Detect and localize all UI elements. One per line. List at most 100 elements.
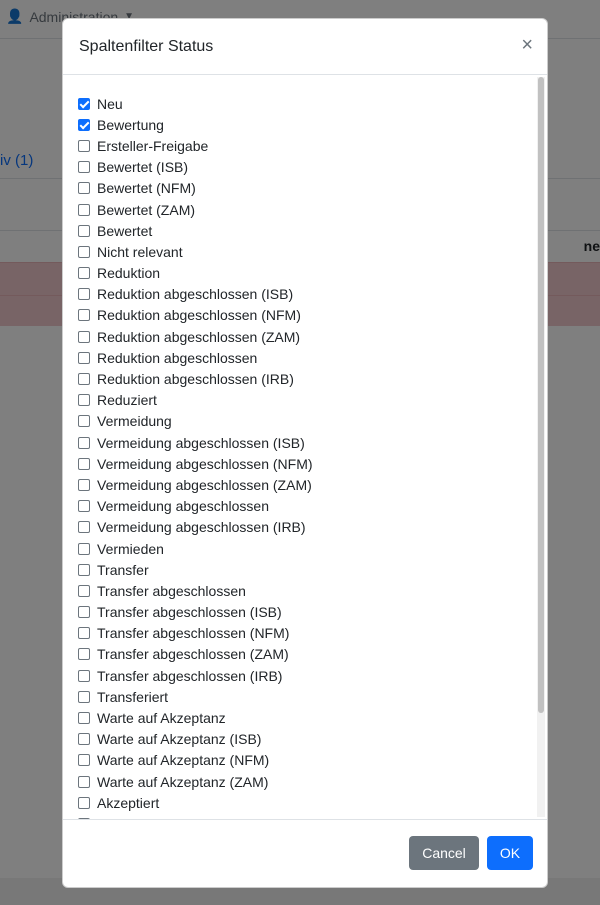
ok-button[interactable]: OK [487,836,533,870]
status-option[interactable]: Nicht relevant [78,241,313,262]
status-checkbox[interactable] [78,394,90,407]
status-option-label: Vermeidung abgeschlossen (NFM) [97,455,313,472]
status-option[interactable]: Reduktion abgeschlossen (ZAM) [78,326,313,347]
status-option-label: Warte auf Akzeptanz (ISB) [97,731,262,748]
status-option[interactable]: Bewertet (NFM) [78,178,313,199]
status-option-label: Bewertet (NFM) [97,180,196,197]
status-option[interactable]: Transfer abgeschlossen (IRB) [78,665,313,686]
status-checkbox[interactable] [78,584,90,597]
status-option[interactable]: Reduktion abgeschlossen (ISB) [78,284,313,305]
status-option-label: Vermeidung abgeschlossen [97,498,270,515]
status-checkbox[interactable] [78,733,90,746]
status-option[interactable]: Warte auf Akzeptanz (ZAM) [78,771,313,792]
status-option-label: Akzeptiert [97,794,160,811]
close-icon[interactable]: × [521,35,533,55]
status-option[interactable]: Transfer [78,559,313,580]
status-checkbox[interactable] [78,627,90,640]
status-option[interactable]: Bewertet (ZAM) [78,199,313,220]
status-checkbox[interactable] [78,754,90,767]
status-option-label: Neu [97,95,123,112]
status-checkbox[interactable] [78,606,90,619]
status-checkbox[interactable] [78,182,90,195]
status-checkbox[interactable] [78,457,90,470]
status-option[interactable]: Bewertung [78,114,313,135]
status-checkbox[interactable] [78,267,90,280]
status-option-label: Vermeidung abgeschlossen (ISB) [97,434,305,451]
status-option-label: Reduktion abgeschlossen (ISB) [97,286,294,303]
status-option[interactable]: Warte auf Akzeptanz [78,707,313,728]
status-checkbox[interactable] [78,224,90,237]
status-option[interactable]: Vermieden [78,538,313,559]
status-checkbox[interactable] [78,288,90,301]
status-checkbox[interactable] [78,690,90,703]
status-option-label: Bewertet [97,222,153,239]
status-option-label: Nicht relevant [97,243,183,260]
status-option[interactable]: Transfer abgeschlossen (NFM) [78,623,313,644]
status-checkbox[interactable] [78,309,90,322]
status-option[interactable]: Neu [78,93,313,114]
scrollbar[interactable] [537,77,545,817]
status-option[interactable]: Warte auf Akzeptanz (ISB) [78,729,313,750]
status-checkbox[interactable] [78,436,90,449]
status-option[interactable]: Transfer abgeschlossen (ISB) [78,602,313,623]
status-option-label: Transfer [97,561,149,578]
status-checkbox[interactable] [78,161,90,174]
status-option-label: Vermieden [97,540,164,557]
status-option[interactable]: Transfer abgeschlossen [78,580,313,601]
column-filter-dialog: Spaltenfilter Status × Neu Bewertung Erste… [62,18,548,888]
status-option-label: Ersteller-Freigabe [97,137,209,154]
status-checkbox[interactable] [78,245,90,258]
status-checkbox[interactable] [78,203,90,216]
status-option-label: Warte auf Akzeptanz [97,710,226,727]
status-checkbox[interactable] [78,563,90,576]
status-checkbox[interactable] [78,415,90,428]
status-option[interactable]: Akzeptiert [78,792,313,813]
status-checkbox-list: Neu Bewertung Ersteller-Freigabe Bewertet (… [78,93,313,819]
cancel-button[interactable]: Cancel [409,836,479,870]
status-checkbox[interactable] [78,478,90,491]
status-option-label: Reduktion abgeschlossen (NFM) [97,307,301,324]
status-option-label: Vermeidung abgeschlossen (IRB) [97,519,306,536]
status-checkbox[interactable] [78,330,90,343]
status-option[interactable]: Transfer abgeschlossen (ZAM) [78,644,313,665]
modal-footer: Cancel OK [63,819,547,887]
status-option[interactable]: Reduktion abgeschlossen (IRB) [78,368,313,389]
status-checkbox[interactable] [78,97,90,110]
status-option[interactable]: Vermeidung abgeschlossen (NFM) [78,453,313,474]
status-option[interactable]: Warte auf Akzeptanz (NFM) [78,750,313,771]
status-checkbox[interactable] [78,648,90,661]
status-option[interactable]: Ersteller-Freigabe [78,135,313,156]
status-checkbox[interactable] [78,669,90,682]
status-checkbox[interactable] [78,351,90,364]
scrollbar-thumb[interactable] [538,77,544,713]
status-option[interactable]: Reduziert [78,390,313,411]
status-option[interactable]: Vermeidung abgeschlossen (ZAM) [78,474,313,495]
status-checkbox[interactable] [78,521,90,534]
status-option[interactable]: Vermeidung abgeschlossen [78,496,313,517]
status-checkbox[interactable] [78,796,90,809]
status-option[interactable]: Vermeidung abgeschlossen (IRB) [78,517,313,538]
status-option-label: Vermeidung [97,413,172,430]
status-option[interactable]: Reduktion abgeschlossen (NFM) [78,305,313,326]
status-option-label: Reduktion abgeschlossen [97,349,258,366]
status-option-label: Bewertet (ZAM) [97,201,196,218]
status-option[interactable]: Vermeidung abgeschlossen (ISB) [78,432,313,453]
status-option-label: Reduktion abgeschlossen (ZAM) [97,328,301,345]
status-checkbox[interactable] [78,775,90,788]
status-option-label: Transfer abgeschlossen (NFM) [97,625,290,642]
status-option-label: Transferiert [97,688,169,705]
status-option-label: Vermeidung abgeschlossen (ZAM) [97,476,312,493]
status-option[interactable]: Reduktion abgeschlossen [78,347,313,368]
status-checkbox[interactable] [78,500,90,513]
status-checkbox[interactable] [78,118,90,131]
status-checkbox[interactable] [78,139,90,152]
status-option[interactable]: Vermeidung [78,411,313,432]
status-checkbox[interactable] [78,373,90,386]
status-option[interactable]: Transferiert [78,686,313,707]
status-option[interactable]: Reduktion [78,263,313,284]
status-option[interactable]: Bewertet (ISB) [78,157,313,178]
status-checkbox[interactable] [78,542,90,555]
status-option[interactable]: Bewertet [78,220,313,241]
status-checkbox[interactable] [78,712,90,725]
status-option-label: Reduktion [97,265,161,282]
